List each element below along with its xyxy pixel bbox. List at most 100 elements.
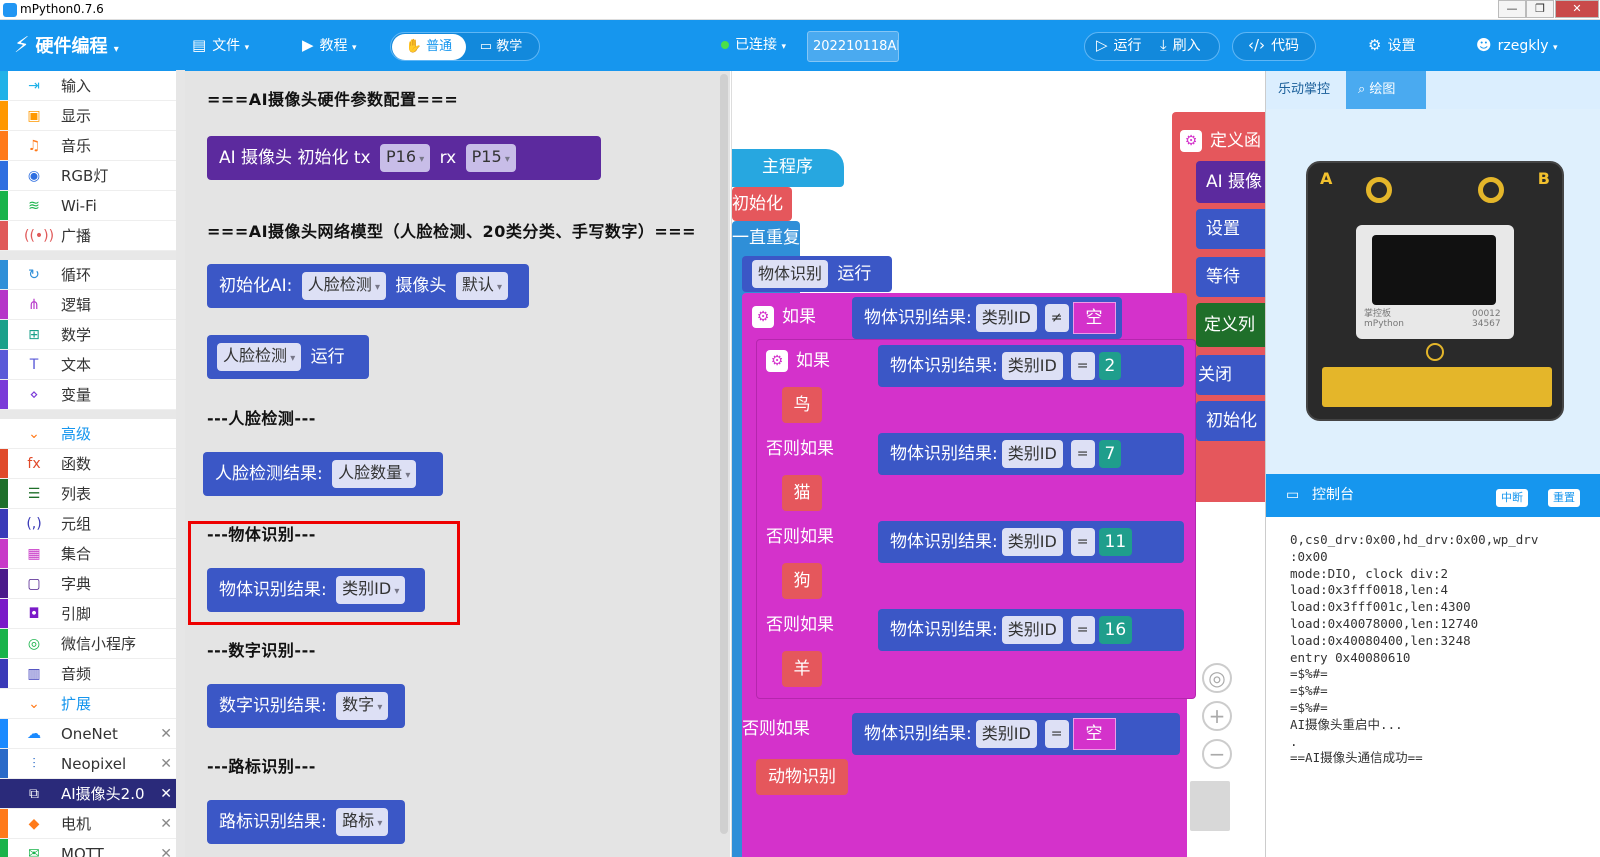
break-button[interactable]: 中断 — [1496, 489, 1528, 507]
condition-block-3[interactable]: 物体识别结果: 类别ID = 7 — [878, 433, 1184, 475]
print-dog-block[interactable]: 狗 — [782, 563, 822, 599]
minimize-button[interactable]: — — [1498, 0, 1526, 18]
print-sheep-block[interactable]: 羊 — [782, 651, 822, 687]
operator-dropdown[interactable]: = — [1070, 528, 1095, 556]
sidebar-item-8[interactable]: ⊞ 数学 — [0, 320, 184, 350]
trash-icon[interactable] — [1190, 781, 1230, 831]
sidebar-item-5[interactable]: ((•)) 广播 — [0, 221, 184, 251]
operator-dropdown[interactable]: = — [1070, 352, 1095, 380]
block-face-result[interactable]: 人脸检测结果: 人脸数量 — [203, 452, 443, 496]
operator-dropdown[interactable]: = — [1070, 440, 1095, 468]
reset-button[interactable]: 重置 — [1548, 489, 1580, 507]
device-name-field[interactable]: 202210118AI — [807, 31, 899, 62]
block-close-partial[interactable]: 关闭 — [1196, 355, 1265, 395]
brand-menu[interactable]: ⚡ 硬件编程 ▾ — [14, 20, 119, 71]
number-value[interactable]: 11 — [1098, 528, 1133, 556]
sidebar-item-2[interactable]: ♫ 音乐 — [0, 131, 184, 161]
class-id-dropdown[interactable]: 类别ID — [1001, 352, 1063, 380]
zoom-reset-icon[interactable]: ◎ — [1202, 663, 1232, 693]
init-block[interactable]: 初始化 — [732, 187, 792, 221]
sidebar-item-16[interactable]: ▢ 字典 — [0, 569, 184, 599]
print-cat-block[interactable]: 猫 — [782, 475, 822, 511]
block-set-partial[interactable]: 设置 — [1196, 209, 1265, 249]
user-menu[interactable]: ☻ rzegkly ▾ — [1476, 20, 1558, 71]
sidebar-item-9[interactable]: T 文本 — [0, 350, 184, 380]
main-program-block[interactable]: 主程序 — [732, 149, 844, 187]
zoom-in-icon[interactable]: + — [1202, 701, 1232, 731]
model-dropdown[interactable]: 人脸检测 — [301, 272, 386, 300]
sidebar-item-10[interactable]: ⋄ 变量 — [0, 380, 184, 410]
print-animal-block[interactable]: 动物识别 — [756, 759, 848, 795]
sidebar-item-15[interactable]: ▦ 集合 — [0, 539, 184, 569]
sidebar-item-19[interactable]: ▥ 音频 — [0, 659, 184, 689]
block-ai-cam-partial[interactable]: AI 摄像 — [1196, 161, 1265, 203]
digit-result-dropdown[interactable]: 数字 — [336, 692, 389, 720]
flash-button[interactable]: ⤓ 刷入 — [1160, 20, 1201, 71]
condition-block-2[interactable]: 物体识别结果: 类别ID = 2 — [878, 345, 1184, 387]
sidebar-item-25[interactable]: ✉ MQTT ✕ — [0, 839, 184, 857]
block-init-partial[interactable]: 初始化 — [1196, 401, 1265, 441]
sidebar-item-20[interactable]: ⌄ 扩展 — [0, 689, 184, 719]
mode-teach-button[interactable]: ▭ 教学 — [468, 34, 534, 60]
condition-block-1[interactable]: 物体识别结果: 类别ID ≠ 空 — [852, 297, 1122, 339]
zoom-out-icon[interactable]: − — [1202, 739, 1232, 769]
close-icon[interactable]: ✕ — [160, 749, 172, 779]
camera-dropdown[interactable]: 默认 — [455, 272, 509, 300]
sidebar-item-24[interactable]: ◆ 电机 ✕ — [0, 809, 184, 839]
sidebar-item-21[interactable]: ☁ OneNet ✕ — [0, 719, 184, 749]
print-bird-block[interactable]: 鸟 — [782, 387, 822, 423]
sidebar-item-3[interactable]: ◉ RGB灯 — [0, 161, 184, 191]
code-button[interactable]: ‹/› 代码 — [1248, 20, 1299, 71]
block-digit-result[interactable]: 数字识别结果: 数字 — [207, 684, 405, 728]
tx-pin-dropdown[interactable]: P16 — [380, 144, 431, 172]
sidebar-item-17[interactable]: ◘ 引脚 — [0, 599, 184, 629]
sidebar-item-13[interactable]: ☰ 列表 — [0, 479, 184, 509]
class-id-dropdown[interactable]: 类别ID — [975, 304, 1037, 332]
sidebar-item-1[interactable]: ▣ 显示 — [0, 101, 184, 131]
maximize-button[interactable]: ❐ — [1526, 0, 1554, 18]
condition-block-6[interactable]: 物体识别结果: 类别ID = 空 — [852, 713, 1180, 755]
connection-status[interactable]: 已连接 ▾ — [721, 20, 786, 71]
class-id-dropdown[interactable]: 类别ID — [975, 720, 1037, 748]
tab-draw[interactable]: ⌕ 绘图 — [1346, 71, 1426, 109]
tab-board[interactable]: 乐动掌控 — [1266, 71, 1346, 109]
operator-dropdown[interactable]: = — [1070, 616, 1095, 644]
sidebar-item-11[interactable]: ⌄ 高级 — [0, 419, 184, 449]
sidebar-scrollbar[interactable] — [176, 70, 185, 857]
sidebar-item-0[interactable]: ⇥ 输入 — [0, 71, 184, 101]
block-deflist-partial[interactable]: 定义列 — [1196, 303, 1265, 347]
block-wait-partial[interactable]: 等待 — [1196, 257, 1265, 297]
condition-block-4[interactable]: 物体识别结果: 类别ID = 11 — [878, 521, 1184, 563]
sidebar-item-14[interactable]: (,) 元组 — [0, 509, 184, 539]
sidebar-item-23[interactable]: ⧉ AI摄像头2.0 ✕ — [0, 779, 184, 809]
number-value[interactable]: 7 — [1098, 440, 1122, 468]
close-icon[interactable]: ✕ — [160, 839, 172, 857]
flyout-scrollbar[interactable] — [720, 74, 728, 834]
rx-pin-dropdown[interactable]: P15 — [465, 144, 516, 172]
class-id-dropdown[interactable]: 类别ID — [1001, 440, 1063, 468]
close-icon[interactable]: ✕ — [160, 809, 172, 839]
block-workspace[interactable]: ⚙ 定义函 AI 摄像 设置 等待 定义列 关闭 初始化 主程序 初始化 一直重复… — [731, 71, 1265, 857]
operator-dropdown[interactable]: = — [1044, 720, 1069, 748]
file-menu[interactable]: ▤ 文件 ▾ — [192, 20, 249, 71]
class-id-dropdown[interactable]: 类别ID — [1001, 616, 1063, 644]
run-button[interactable]: ▷ 运行 — [1096, 20, 1142, 71]
mode-normal-button[interactable]: ✋ 普通 — [392, 34, 466, 60]
close-window-button[interactable]: ✕ — [1555, 0, 1599, 18]
sidebar-item-6[interactable]: ↻ 循环 — [0, 260, 184, 290]
number-value[interactable]: 16 — [1098, 616, 1133, 644]
block-sign-result[interactable]: 路标识别结果: 路标 — [207, 800, 405, 844]
run-object-block[interactable]: 物体识别 运行 — [742, 256, 892, 292]
close-icon[interactable]: ✕ — [160, 719, 172, 749]
close-icon[interactable]: ✕ — [160, 779, 172, 809]
sidebar-item-7[interactable]: ⋔ 逻辑 — [0, 290, 184, 320]
condition-block-5[interactable]: 物体识别结果: 类别ID = 16 — [878, 609, 1184, 651]
run-object-dropdown[interactable]: 物体识别 — [752, 260, 829, 288]
class-id-dropdown[interactable]: 类别ID — [1001, 528, 1063, 556]
sign-result-dropdown[interactable]: 路标 — [336, 808, 389, 836]
run-model-dropdown[interactable]: 人脸检测 — [217, 343, 302, 371]
tutorial-menu[interactable]: ▶ 教程 ▾ — [302, 20, 357, 71]
sidebar-item-4[interactable]: ≋ Wi-Fi — [0, 191, 184, 221]
operator-dropdown[interactable]: ≠ — [1044, 304, 1069, 332]
block-run-model[interactable]: 人脸检测 运行 — [207, 335, 369, 379]
